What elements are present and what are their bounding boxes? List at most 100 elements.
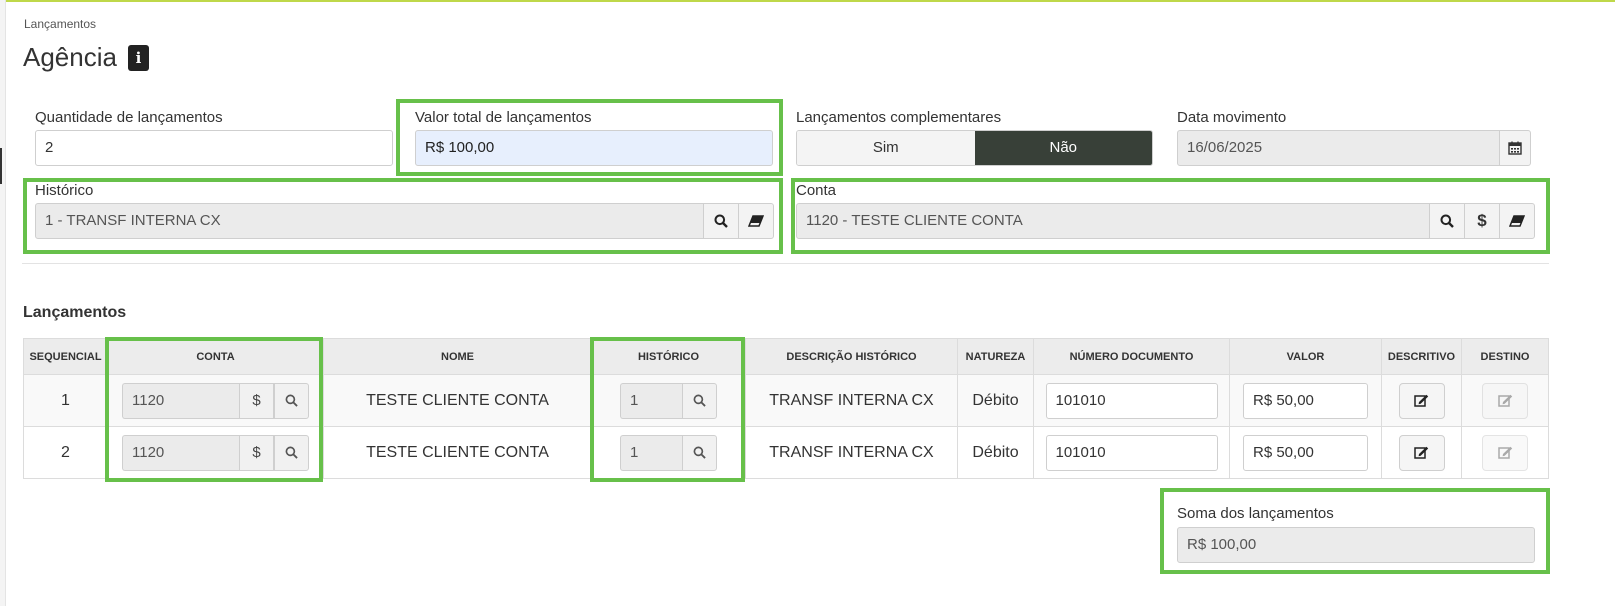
col-descritivo: DESCRITIVO [1381, 338, 1462, 375]
row-destino-cell [1461, 426, 1549, 479]
search-icon [693, 446, 706, 459]
quantidade-label: Quantidade de lançamentos [35, 109, 223, 126]
row-descritivo-button[interactable] [1398, 382, 1445, 419]
col-destino: DESTINO [1461, 338, 1549, 375]
row-conta-input[interactable]: 1120 [122, 382, 239, 419]
edit-icon [1497, 394, 1512, 407]
table-row: 2 1120 $ TESTE CLIENTE CONTA 1 TRANSF IN… [23, 426, 1549, 479]
row-documento-input[interactable]: 101010 [1045, 382, 1218, 419]
dollar-icon: $ [252, 392, 261, 409]
top-accent-line [0, 0, 1615, 2]
breadcrumb[interactable]: Lançamentos [24, 17, 96, 31]
row-destino-button[interactable] [1482, 382, 1528, 419]
row-conta-group: 1120 $ [122, 434, 309, 471]
page-title: Agência [23, 42, 117, 72]
data-movimento-input[interactable]: 16/06/2025 [1177, 130, 1500, 166]
col-descricao-historico: DESCRIÇÃO HISTÓRICO [745, 338, 958, 375]
eraser-icon [748, 215, 764, 227]
conta-dollar-button[interactable]: $ [1464, 203, 1500, 239]
row-sequencial: 1 [23, 374, 108, 427]
row-nome: TESTE CLIENTE CONTA [323, 426, 592, 479]
eraser-icon [1509, 215, 1525, 227]
search-icon [693, 394, 706, 407]
edit-icon [1414, 446, 1429, 459]
complementares-toggle[interactable]: Sim Não [796, 130, 1153, 166]
row-natureza: Débito [957, 426, 1034, 479]
col-sequencial: SEQUENCIAL [23, 338, 108, 375]
row-historico-input[interactable]: 1 [620, 434, 682, 471]
complementares-label: Lançamentos complementares [796, 109, 1002, 126]
historico-input[interactable]: 1 - TRANSF INTERNA CX [35, 203, 704, 239]
row-historico-cell: 1 [591, 426, 746, 479]
row-conta-search-button[interactable] [274, 382, 309, 419]
row-conta-group: 1120 $ [122, 382, 309, 419]
left-sidebar-edge [0, 0, 6, 606]
row-descritivo-cell [1381, 426, 1462, 479]
quantidade-input[interactable]: 2 [35, 130, 393, 166]
edit-icon [1414, 394, 1429, 407]
row-conta-dollar-button[interactable]: $ [239, 434, 274, 471]
conta-clear-button[interactable] [1499, 203, 1535, 239]
search-icon [1440, 214, 1454, 228]
row-conta-dollar-button[interactable]: $ [239, 382, 274, 419]
conta-label: Conta [796, 182, 837, 199]
conta-search-button[interactable] [1429, 203, 1465, 239]
row-valor-cell: R$ 50,00 [1229, 374, 1382, 427]
calendar-icon [1508, 141, 1522, 155]
row-conta-input[interactable]: 1120 [122, 434, 239, 471]
row-historico-input[interactable]: 1 [620, 382, 682, 419]
data-movimento-label: Data movimento [1177, 109, 1287, 126]
historico-label: Histórico [35, 182, 94, 199]
row-descricao: TRANSF INTERNA CX [745, 426, 958, 479]
row-conta-search-button[interactable] [274, 434, 309, 471]
soma-label: Soma dos lançamentos [1177, 505, 1334, 522]
row-historico-cell: 1 [591, 374, 746, 427]
row-natureza: Débito [957, 374, 1034, 427]
historico-clear-button[interactable] [738, 203, 774, 239]
row-sequencial: 2 [23, 426, 108, 479]
col-numero-documento: NÚMERO DOCUMENTO [1033, 338, 1230, 375]
search-icon [285, 394, 298, 407]
dollar-icon: $ [252, 444, 261, 461]
section-title: Lançamentos [23, 304, 127, 321]
historico-search-button[interactable] [703, 203, 739, 239]
lancamentos-table: SEQUENCIAL CONTA NOME HISTÓRICO DESCRIÇÃ… [23, 338, 1549, 479]
valor-total-label: Valor total de lançamentos [415, 109, 592, 126]
row-nome: TESTE CLIENTE CONTA [323, 374, 592, 427]
row-documento-cell: 101010 [1033, 426, 1230, 479]
col-natureza: NATUREZA [957, 338, 1034, 375]
dollar-icon: $ [1477, 211, 1487, 230]
toggle-nao[interactable]: Não [974, 131, 1152, 165]
row-historico-group: 1 [620, 382, 717, 419]
edit-icon [1497, 446, 1512, 459]
table-row: 1 1120 $ TESTE CLIENTE CONTA 1 TRANSF IN… [23, 374, 1549, 427]
toggle-sim[interactable]: Sim [797, 131, 975, 165]
conta-input[interactable]: 1120 - TESTE CLIENTE CONTA [796, 203, 1430, 239]
row-historico-search-button[interactable] [682, 434, 717, 471]
col-conta: CONTA [107, 338, 324, 375]
row-valor-cell: R$ 50,00 [1229, 426, 1382, 479]
col-valor: VALOR [1229, 338, 1382, 375]
row-descritivo-cell [1381, 374, 1462, 427]
row-documento-input[interactable]: 101010 [1045, 434, 1218, 471]
valor-total-input[interactable]: R$ 100,00 [415, 130, 773, 166]
row-historico-group: 1 [620, 434, 717, 471]
col-historico: HISTÓRICO [591, 338, 746, 375]
row-historico-search-button[interactable] [682, 382, 717, 419]
search-icon [285, 446, 298, 459]
row-documento-cell: 101010 [1033, 374, 1230, 427]
row-valor-input[interactable]: R$ 50,00 [1243, 382, 1368, 419]
soma-input[interactable]: R$ 100,00 [1177, 527, 1535, 563]
col-nome: NOME [323, 338, 592, 375]
row-conta-cell: 1120 $ [107, 426, 324, 479]
row-conta-cell: 1120 $ [107, 374, 324, 427]
sidebar-toggle-marker[interactable] [0, 148, 2, 184]
divider [22, 263, 1549, 264]
table-header-row: SEQUENCIAL CONTA NOME HISTÓRICO DESCRIÇÃ… [23, 338, 1549, 375]
calendar-button[interactable] [1499, 130, 1531, 166]
row-destino-cell [1461, 374, 1549, 427]
row-descritivo-button[interactable] [1398, 434, 1445, 471]
row-valor-input[interactable]: R$ 50,00 [1243, 434, 1368, 471]
row-destino-button[interactable] [1482, 434, 1528, 471]
info-icon[interactable]: i [128, 45, 149, 71]
